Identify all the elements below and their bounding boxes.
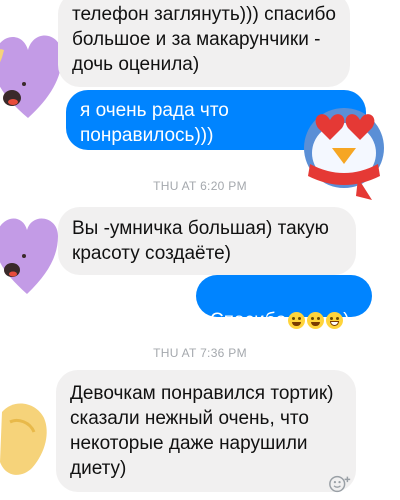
message-text: Спасибо [210, 310, 287, 331]
message-bubble-incoming[interactable]: Вы -умничка большая) такую красоту созда… [58, 207, 356, 275]
smiling-face-icon [288, 312, 306, 330]
yellow-heart-sticker-icon [0, 403, 47, 475]
grinning-face-icon [307, 312, 325, 330]
heart-sticker-icon [0, 218, 58, 294]
heart-sticker-icon [0, 35, 62, 118]
message-text-trailing: ) [343, 310, 350, 331]
message-bubble-outgoing[interactable]: Спасибо) [196, 275, 372, 331]
grimacing-face-icon [326, 312, 344, 330]
message-bubble-incoming[interactable]: Девочкам понравился тортик) сказали нежн… [56, 370, 356, 492]
message-bubble-incoming[interactable]: телефон заглянуть))) спасибо большое и з… [58, 0, 350, 87]
add-reaction-icon[interactable] [328, 472, 352, 496]
timestamp: THU AT 6:20 PM [153, 179, 247, 193]
timestamp: THU AT 7:36 PM [153, 346, 247, 360]
